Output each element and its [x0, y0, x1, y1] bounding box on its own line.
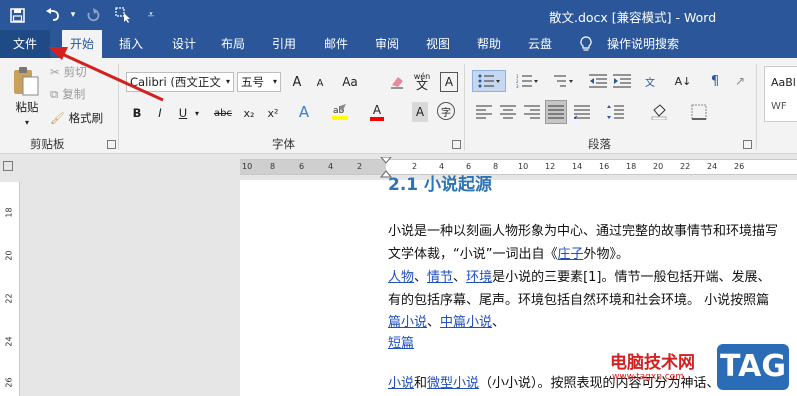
watermark-url: www.tagxp.com: [612, 372, 684, 382]
watermark-logo: TAG: [717, 344, 789, 390]
annotation-arrow-icon: [48, 47, 164, 102]
word-window: ▾ ⩡ 散文.docx [兼容模式] - Word 文件 开始 插入 设计 布局…: [0, 0, 797, 396]
watermark-text: 电脑技术网: [610, 353, 695, 373]
